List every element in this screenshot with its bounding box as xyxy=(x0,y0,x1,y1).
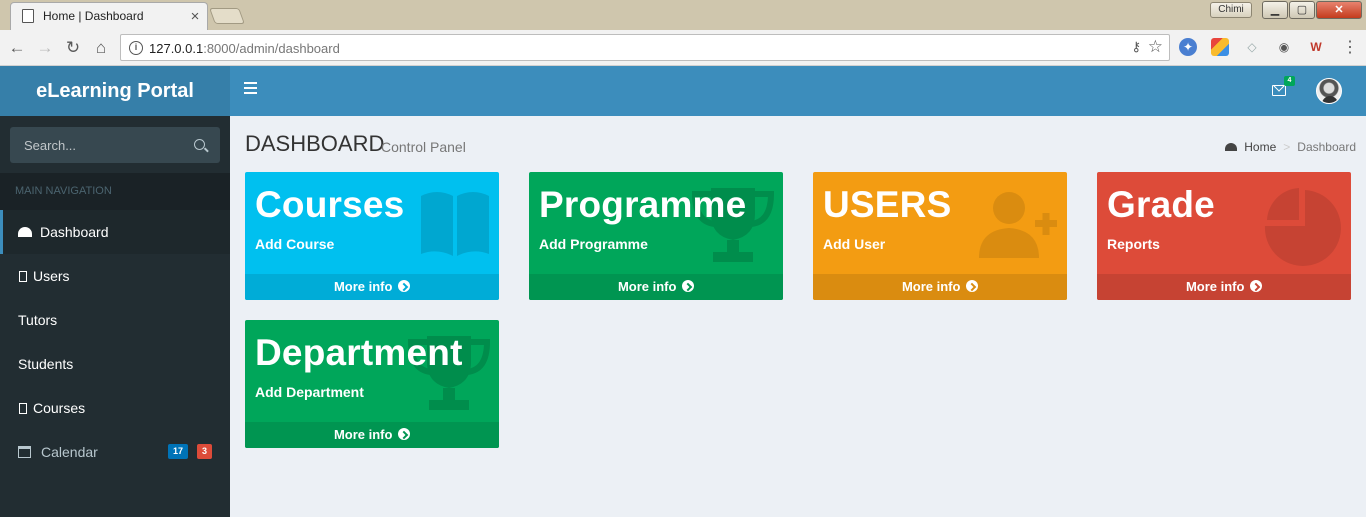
profile-button[interactable]: Chimi xyxy=(1210,2,1252,18)
brand-logo[interactable]: eLearning Portal xyxy=(0,66,230,116)
missing-glyph-icon xyxy=(19,402,27,414)
nav-header: MAIN NAVIGATION xyxy=(0,173,230,210)
url-text[interactable]: 127.0.0.1:8000/admin/dashboard xyxy=(149,41,340,56)
envelope-icon[interactable] xyxy=(1272,85,1286,96)
grade-tile[interactable]: Grade Reports More info xyxy=(1097,172,1351,300)
search-input[interactable] xyxy=(10,127,190,163)
search-icon[interactable] xyxy=(194,139,205,150)
calendar-badge-blue: 17 xyxy=(168,444,189,459)
missing-glyph-icon xyxy=(19,270,27,282)
sidebar-item-students[interactable]: Students xyxy=(0,342,230,386)
tile-heading: Grade xyxy=(1107,184,1215,225)
courses-tile[interactable]: Courses Add Course More info xyxy=(245,172,499,300)
tile-subtitle[interactable]: Add Programme xyxy=(539,236,648,252)
tile-subtitle[interactable]: Add Department xyxy=(255,384,364,400)
avatar[interactable] xyxy=(1316,78,1342,104)
page-subtitle: Control Panel xyxy=(381,139,466,155)
menu-icon[interactable]: ⋮ xyxy=(1341,38,1359,58)
key-icon[interactable]: ⚷ xyxy=(1131,39,1141,55)
home-icon[interactable]: ⌂ xyxy=(89,36,113,60)
more-info-link[interactable]: More info xyxy=(813,274,1067,300)
extension-icon[interactable]: W xyxy=(1307,38,1325,56)
page-icon xyxy=(22,9,34,23)
sidebar-item-courses[interactable]: Courses xyxy=(0,386,230,430)
browser-titlebar: Home | Dashboard × Chimi ▁ ▢ ✕ xyxy=(0,0,1366,30)
new-tab-button[interactable] xyxy=(209,8,245,24)
bookmark-star-icon[interactable]: ☆ xyxy=(1148,37,1163,57)
dashboard-icon xyxy=(18,227,32,237)
extension-icon[interactable]: ✦ xyxy=(1179,38,1197,56)
tile-heading: Courses xyxy=(255,184,405,225)
calendar-icon xyxy=(18,446,31,458)
close-window-button[interactable]: ✕ xyxy=(1316,1,1362,19)
back-icon[interactable]: ← xyxy=(5,36,29,60)
tile-subtitle[interactable]: Add User xyxy=(823,236,885,252)
page-title: DASHBOARD xyxy=(245,131,385,156)
breadcrumb-separator: > xyxy=(1283,140,1291,154)
extension-icon[interactable] xyxy=(1211,38,1229,56)
more-info-link[interactable]: More info xyxy=(245,422,499,448)
forward-icon[interactable]: → xyxy=(33,36,57,60)
arrow-circle-right-icon xyxy=(682,280,695,292)
dropbox-icon[interactable]: ◇ xyxy=(1243,38,1261,56)
tile-subtitle[interactable]: Add Course xyxy=(255,236,334,252)
browser-toolbar: ← → ↻ ⌂ i 127.0.0.1:8000/admin/dashboard… xyxy=(0,30,1366,66)
tile-heading: Programme xyxy=(539,184,747,225)
sidebar-item-tutors[interactable]: Tutors xyxy=(0,298,230,342)
minimize-button[interactable]: ▁ xyxy=(1262,1,1288,19)
sidebar: MAIN NAVIGATION Dashboard Users Tutors S… xyxy=(0,116,230,517)
arrow-circle-right-icon xyxy=(398,280,411,292)
book-icon xyxy=(421,192,489,256)
tile-subtitle[interactable]: Reports xyxy=(1107,236,1160,252)
sidebar-item-label: Tutors xyxy=(18,312,58,328)
browser-tab-content[interactable]: Home | Dashboard × xyxy=(22,2,208,30)
sidebar-item-dashboard[interactable]: Dashboard xyxy=(0,210,230,254)
department-tile[interactable]: Department Add Department More info xyxy=(245,320,499,448)
more-info-link[interactable]: More info xyxy=(1097,274,1351,300)
arrow-circle-right-icon xyxy=(1250,280,1263,292)
sidebar-item-label: Users xyxy=(33,268,70,284)
arrow-circle-right-icon xyxy=(966,280,979,292)
sidebar-item-label: Calendar xyxy=(41,444,98,460)
sidebar-toggle-icon[interactable] xyxy=(244,82,258,94)
maximize-button[interactable]: ▢ xyxy=(1289,1,1315,19)
address-bar[interactable]: i 127.0.0.1:8000/admin/dashboard ⚷ ☆ xyxy=(120,34,1170,61)
sidebar-search xyxy=(10,127,220,163)
sidebar-item-label: Students xyxy=(18,356,74,372)
messages-badge: 4 xyxy=(1284,76,1295,86)
more-info-link[interactable]: More info xyxy=(245,274,499,300)
breadcrumb: Home > Dashboard xyxy=(1225,140,1356,154)
tile-heading: USERS xyxy=(823,184,952,225)
tab-title: Home | Dashboard xyxy=(43,9,144,23)
extension-icon[interactable]: ◉ xyxy=(1275,38,1293,56)
programme-tile[interactable]: Programme Add Programme More info xyxy=(529,172,783,300)
tab-close-icon[interactable]: × xyxy=(186,8,204,25)
info-icon[interactable]: i xyxy=(129,41,143,55)
sidebar-item-label: Dashboard xyxy=(40,224,109,240)
pie-chart-icon xyxy=(1264,188,1341,266)
sidebar-item-calendar[interactable]: Calendar 17 3 xyxy=(0,430,230,474)
arrow-circle-right-icon xyxy=(398,428,411,440)
top-navbar: 4 xyxy=(230,66,1366,116)
dashboard-icon xyxy=(1225,143,1238,151)
breadcrumb-home[interactable]: Home xyxy=(1244,140,1276,154)
users-tile[interactable]: USERS Add User More info xyxy=(813,172,1067,300)
calendar-badge-red: 3 xyxy=(197,444,213,459)
reload-icon[interactable]: ↻ xyxy=(61,36,85,60)
sidebar-item-label: Courses xyxy=(33,400,86,416)
breadcrumb-current: Dashboard xyxy=(1297,140,1356,154)
user-plus-icon xyxy=(979,192,1057,258)
sidebar-item-users[interactable]: Users xyxy=(0,254,230,298)
tile-heading: Department xyxy=(255,332,463,373)
more-info-link[interactable]: More info xyxy=(529,274,783,300)
